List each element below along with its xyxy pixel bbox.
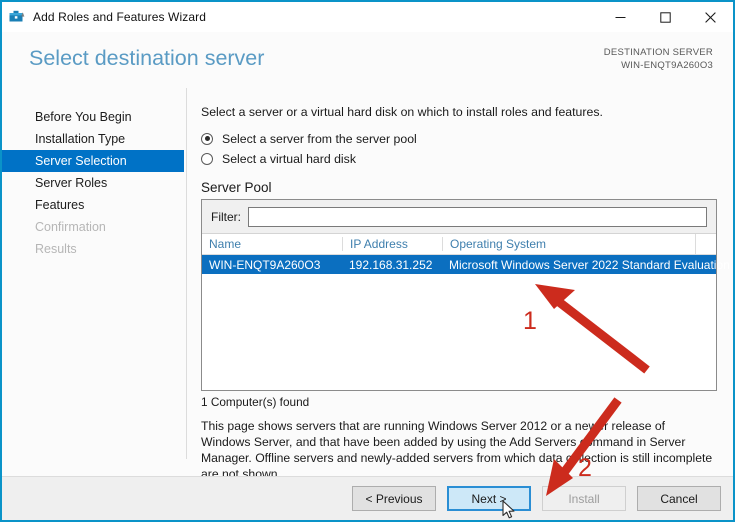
option-virtual-hard-disk-label: Select a virtual hard disk (222, 151, 356, 166)
column-header-spacer (695, 233, 715, 255)
annotation-number-2: 2 (578, 454, 592, 482)
destination-server-label: DESTINATION SERVER (603, 47, 713, 58)
next-button[interactable]: Next > (447, 486, 531, 511)
page-header: Select destination server DESTINATION SE… (2, 32, 733, 88)
window-controls (598, 2, 733, 32)
minimize-icon[interactable] (598, 2, 643, 32)
column-header-name[interactable]: Name (202, 237, 342, 251)
button-row: < Previous Next > Install Cancel (352, 486, 721, 511)
option-virtual-hard-disk[interactable]: Select a virtual hard disk (201, 150, 721, 167)
footer-bar: < Previous Next > Install Cancel (2, 476, 733, 520)
radio-server-pool-icon[interactable] (201, 132, 213, 145)
server-pool-box: Filter: Name IP Address Operating System… (201, 199, 730, 391)
computers-found-text: 1 Computer(s) found (201, 395, 310, 409)
sidebar-item-results: Results (35, 242, 77, 256)
sidebar-item-installation-type[interactable]: Installation Type (2, 128, 186, 150)
sidebar-item-server-roles[interactable]: Server Roles (2, 172, 186, 194)
option-server-pool[interactable]: Select a server from the server pool (201, 130, 721, 147)
sidebar-item-before-you-begin[interactable]: Before You Begin (2, 106, 186, 128)
table-row[interactable]: WIN-ENQT9A260O3 192.168.31.252 Microsoft… (202, 255, 730, 274)
grid-body: WIN-ENQT9A260O3 192.168.31.252 Microsoft… (202, 255, 730, 274)
destination-server-name: WIN-ENQT9A260O3 (621, 60, 713, 71)
nav-divider (186, 88, 187, 459)
filter-input[interactable] (248, 206, 707, 227)
option-server-pool-label: Select a server from the server pool (222, 131, 417, 146)
page-title: Select destination server (29, 46, 265, 70)
destination-server-block: DESTINATION SERVER WIN-ENQT9A260O3 (604, 46, 713, 72)
sidebar-item-features[interactable]: Features (2, 194, 186, 216)
description-text: This page shows servers that are running… (201, 419, 713, 481)
cell-operating-system: Microsoft Windows Server 2022 Standard E… (449, 257, 730, 272)
column-header-operating-system[interactable]: Operating System (442, 237, 695, 251)
cell-ip-address: 192.168.31.252 (349, 257, 433, 272)
cancel-button[interactable]: Cancel (637, 486, 721, 511)
radio-virtual-hard-disk-icon[interactable] (201, 152, 213, 165)
annotation-number-1: 1 (523, 307, 537, 335)
filter-bar: Filter: (202, 200, 716, 234)
wizard-body: Before You Begin Installation Type Serve… (2, 88, 733, 481)
wizard-navigation: Before You Begin Installation Type Serve… (2, 88, 186, 478)
previous-button[interactable]: < Previous (352, 486, 436, 511)
title-bar: Add Roles and Features Wizard (2, 2, 733, 32)
server-manager-icon (8, 8, 26, 26)
cell-name: WIN-ENQT9A260O3 (209, 257, 321, 272)
main-content: Select a server or a virtual hard disk o… (201, 88, 730, 481)
wizard-window: Add Roles and Features Wizard Select des… (0, 0, 735, 522)
maximize-icon[interactable] (643, 2, 688, 32)
install-button: Install (542, 486, 626, 511)
filter-label: Filter: (211, 209, 241, 224)
sidebar-item-server-selection[interactable]: Server Selection (2, 150, 184, 172)
mouse-cursor (502, 500, 515, 519)
column-header-ip-address[interactable]: IP Address (342, 237, 442, 251)
grid-header: Name IP Address Operating System (202, 233, 716, 255)
server-pool-label: Server Pool (201, 180, 272, 195)
intro-text: Select a server or a virtual hard disk o… (201, 105, 603, 119)
sidebar-item-confirmation: Confirmation (35, 220, 106, 234)
window-title: Add Roles and Features Wizard (33, 10, 206, 24)
close-icon[interactable] (688, 2, 733, 32)
